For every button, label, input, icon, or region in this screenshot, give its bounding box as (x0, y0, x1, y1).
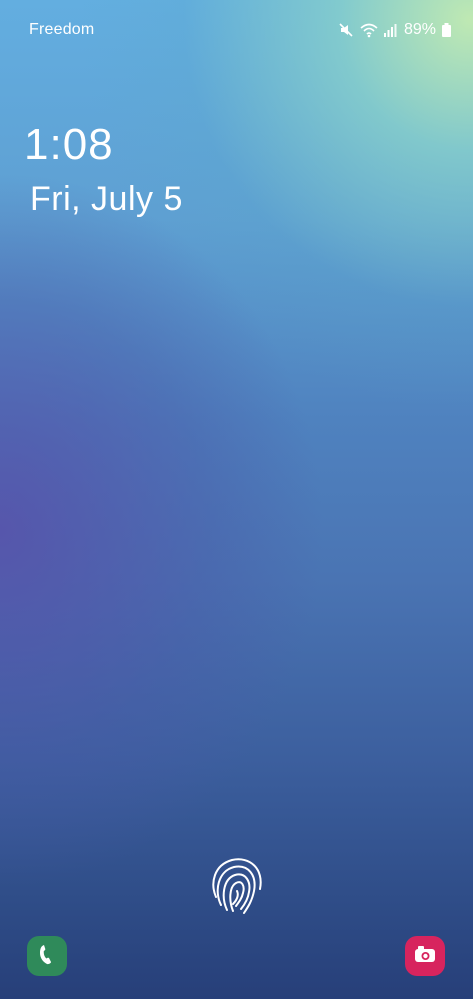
wifi-icon (360, 22, 378, 38)
battery-percent: 89% (403, 21, 436, 38)
lockscreen-date: Fri, July 5 (30, 180, 183, 218)
phone-icon (38, 943, 56, 970)
signal-icon (383, 23, 398, 37)
carrier-name: Freedom (29, 21, 95, 38)
camera-icon (414, 945, 436, 968)
phone-shortcut-button[interactable] (27, 936, 67, 976)
camera-shortcut-button[interactable] (405, 936, 445, 976)
status-icons: 89% (338, 20, 451, 40)
lock-screen[interactable]: Freedom 89% 1:08 Fri, July 5 (0, 0, 473, 999)
fingerprint-icon[interactable] (208, 855, 266, 917)
lockscreen-clock: 1:08 (24, 120, 114, 169)
battery-icon (442, 23, 451, 37)
mute-icon (338, 22, 354, 38)
status-bar: Freedom 89% (0, 0, 473, 60)
